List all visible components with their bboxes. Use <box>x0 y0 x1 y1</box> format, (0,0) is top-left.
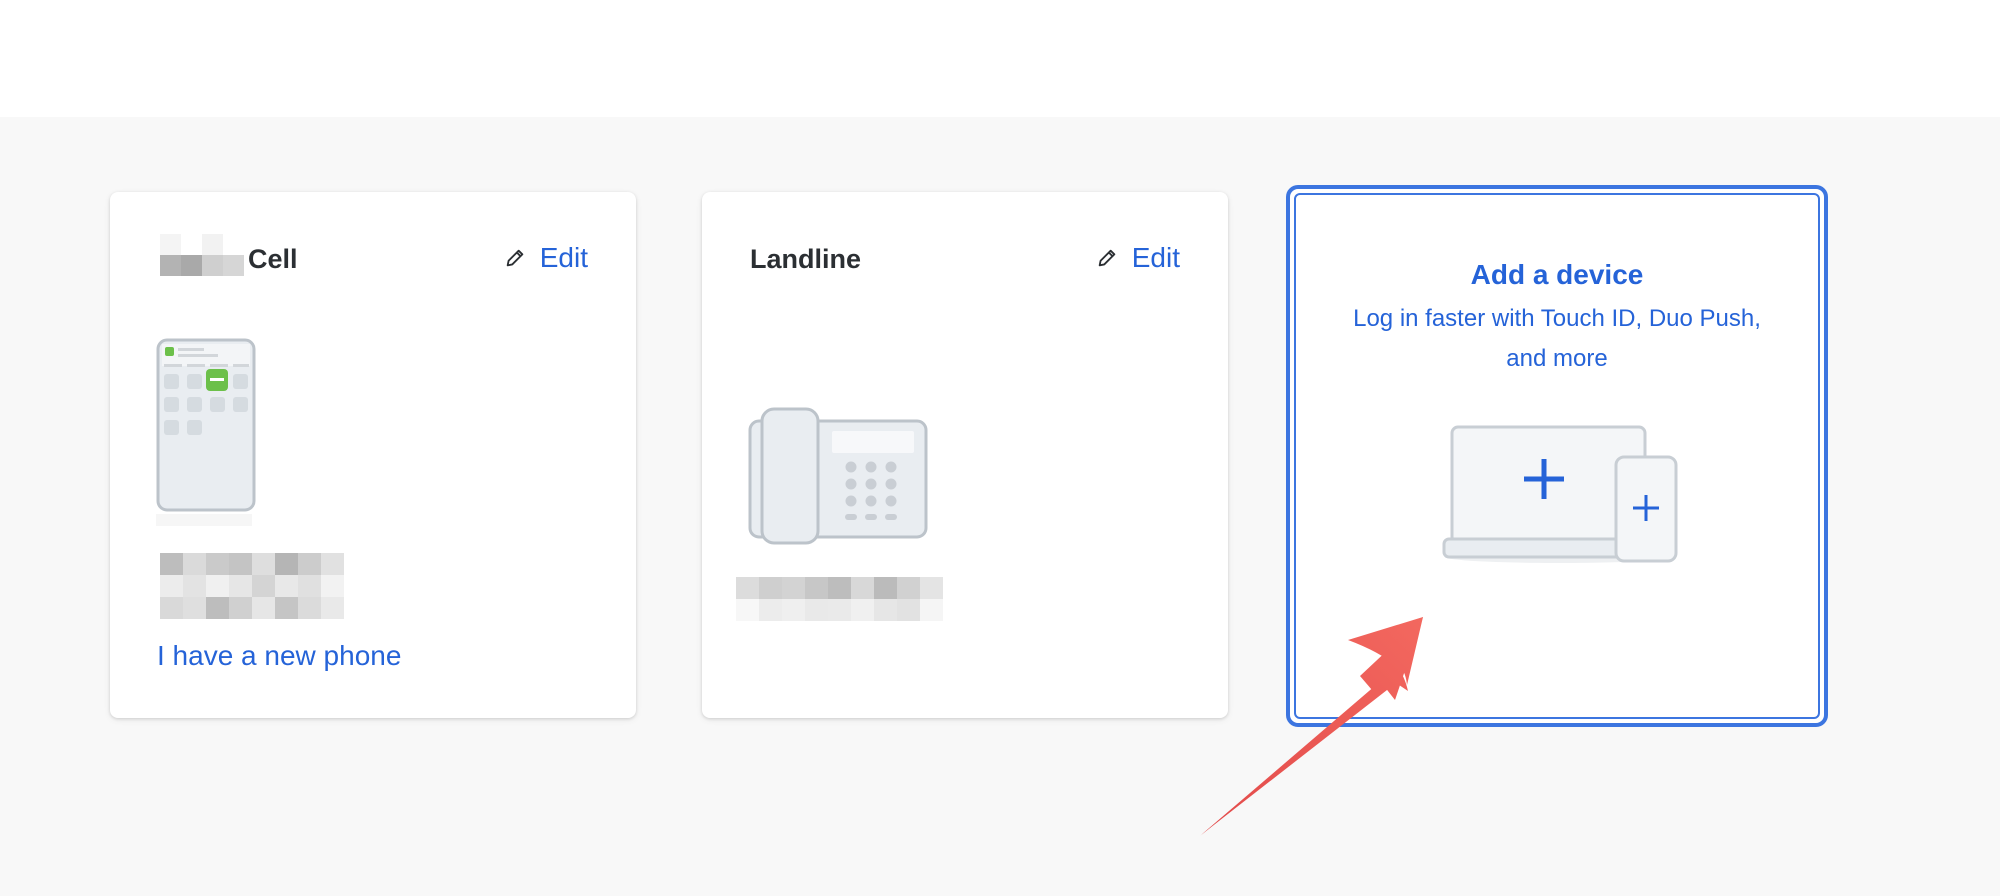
annotation-arrow-icon <box>1200 617 1423 836</box>
